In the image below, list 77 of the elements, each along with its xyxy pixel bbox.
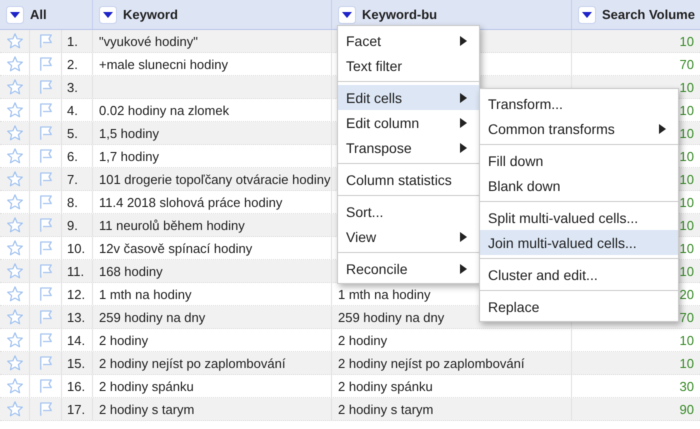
table-cell: 168 hodiny — [99, 264, 163, 278]
table-cell: 10 — [680, 80, 694, 94]
table-cell: 259 hodiny na dny — [338, 310, 444, 324]
table-cell: 11 neurolů během hodiny — [99, 218, 245, 232]
table-cell: 0.02 hodiny na zlomek — [99, 102, 230, 118]
table-cell: 2 hodiny nejíst po zaplombování — [338, 356, 524, 370]
menu-item[interactable]: Cluster and edit... — [480, 262, 678, 287]
menu-item[interactable]: Transform... — [480, 91, 678, 116]
table-cell: 101 drogerie topoľčany otváracie hodiny — [99, 172, 330, 186]
column-title: Keyword — [123, 7, 178, 22]
row-number: 1. — [67, 34, 78, 48]
table-cell: 10 — [680, 332, 694, 348]
menu-item[interactable]: View — [338, 224, 479, 249]
table-cell: 2 hodiny nejíst po zaplombování — [99, 356, 286, 370]
row-number: 14. — [67, 332, 86, 348]
table-cell: 10 — [680, 102, 694, 118]
row-number: 9. — [67, 218, 78, 232]
table-cell: 11.4 2018 slohová práce hodiny — [99, 194, 282, 210]
table-cell: 1,7 hodiny — [99, 148, 159, 164]
table-cell: 12v časově spínací hodiny — [99, 240, 252, 256]
row-number: 15. — [67, 356, 86, 370]
row-number: 7. — [67, 172, 78, 186]
menu-item[interactable]: Text filter — [338, 53, 479, 78]
menu-item[interactable]: Transpose — [338, 135, 479, 160]
column-title: Search Volume — [602, 7, 695, 22]
menu-item[interactable]: Facet — [338, 28, 479, 53]
menu-item[interactable]: Common transforms — [480, 116, 678, 141]
table-cell: 259 hodiny na dny — [99, 310, 206, 324]
table-cell: 2 hodiny spánku — [338, 378, 433, 394]
table-cell: 90 — [680, 402, 694, 416]
table-cell: 10 — [680, 218, 694, 232]
menu-item[interactable]: Reconcile — [338, 256, 479, 281]
table-cell: 2 hodiny s tarym — [338, 402, 434, 416]
table-cell: 10 — [680, 172, 694, 186]
menu-item[interactable]: Replace — [480, 294, 678, 319]
menu-item[interactable]: Join multi-valued cells... — [480, 230, 678, 255]
row-number: 11. — [67, 264, 84, 278]
table-cell: +male slunecni hodiny — [99, 56, 228, 72]
menu-item[interactable]: Column statistics — [338, 167, 479, 192]
table-cell: 30 — [680, 378, 694, 394]
table-cell: 10 — [680, 126, 694, 140]
row-number: 10. — [67, 240, 86, 256]
column-title: All — [30, 7, 47, 22]
table-cell: 10 — [680, 356, 694, 370]
menu-item[interactable]: Edit cells — [338, 85, 479, 110]
row-number: 8. — [67, 194, 78, 210]
table-cell: 2 hodiny — [338, 332, 388, 348]
row-number: 4. — [67, 102, 78, 118]
table-cell: 2 hodiny spánku — [99, 378, 194, 394]
table-cell: 1,5 hodiny — [99, 126, 159, 140]
table-cell: 70 — [680, 56, 694, 72]
table-cell: 10 — [680, 264, 694, 278]
column-title: Keyword-bu — [362, 7, 438, 22]
table-cell: 2 hodiny — [99, 332, 148, 348]
row-number: 3. — [67, 80, 78, 94]
menu-item[interactable]: Blank down — [480, 173, 678, 198]
table-cell: 70 — [680, 310, 694, 324]
row-number: 5. — [67, 126, 78, 140]
table-cell: 20 — [680, 286, 694, 302]
row-number: 16. — [67, 378, 86, 394]
table-cell: 10 — [680, 148, 694, 164]
table-cell: 1 mth na hodiny — [338, 286, 431, 302]
row-number: 17. — [67, 402, 86, 416]
row-number: 12. — [67, 286, 86, 302]
table-cell: 1 mth na hodiny — [99, 286, 192, 302]
menu-item[interactable]: Sort... — [338, 199, 479, 224]
row-number: 6. — [67, 148, 78, 164]
table-cell: 10 — [680, 240, 694, 256]
table-cell: "vyukové hodiny" — [99, 34, 198, 48]
row-number: 13. — [67, 310, 86, 324]
menu-item[interactable]: Edit column — [338, 110, 479, 135]
row-number: 2. — [67, 56, 78, 72]
table-cell: 10 — [680, 194, 694, 210]
table-cell: 10 — [680, 34, 694, 48]
table-cell: 2 hodiny s tarym — [99, 402, 194, 416]
menu-item[interactable]: Fill down — [480, 148, 678, 173]
menu-item[interactable]: Split multi-valued cells... — [480, 205, 678, 230]
